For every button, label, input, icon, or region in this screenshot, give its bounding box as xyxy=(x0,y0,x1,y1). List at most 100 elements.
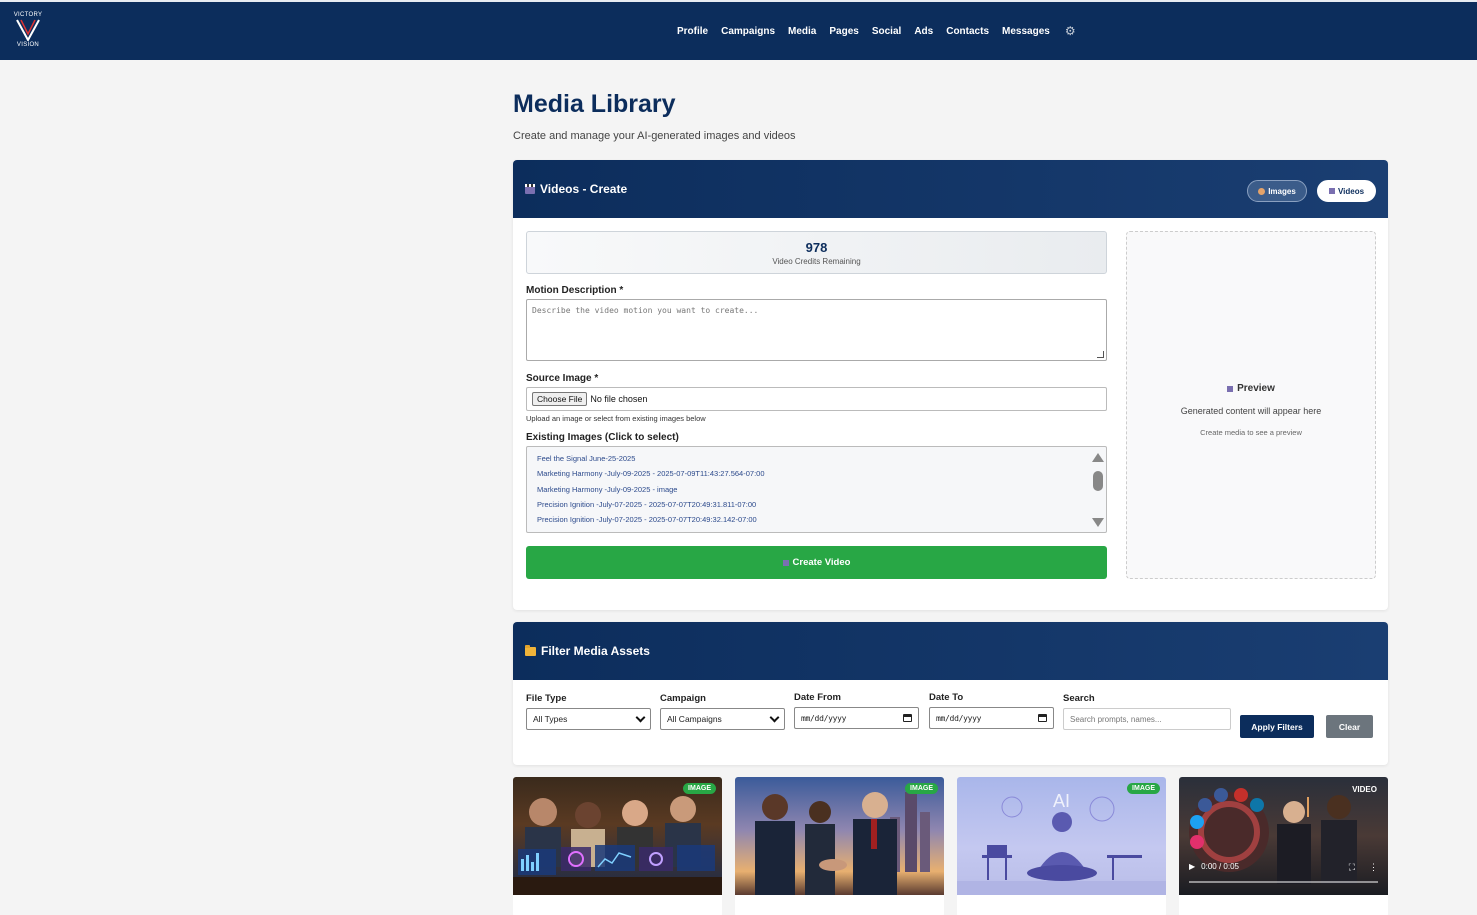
media-card[interactable]: AI IMAGE xyxy=(957,777,1166,915)
scroll-thumb[interactable] xyxy=(1093,471,1103,491)
media-type-badge: IMAGE xyxy=(683,783,716,794)
nav-ads[interactable]: Ads xyxy=(914,26,933,37)
play-icon[interactable]: ▶ xyxy=(1189,862,1195,871)
nav-campaigns[interactable]: Campaigns xyxy=(721,26,775,37)
media-thumbnail[interactable]: AI IMAGE xyxy=(957,777,1166,895)
media-type-badge: VIDEO xyxy=(1352,785,1377,794)
choose-file-button[interactable]: Choose File xyxy=(532,392,588,406)
source-image-file-input[interactable]: Choose File No file chosen xyxy=(526,387,1107,411)
brand-line2: VISION xyxy=(16,42,40,48)
chevron-down-icon xyxy=(635,712,646,723)
filter-media-card: Filter Media Assets File Type All Types … xyxy=(513,622,1388,765)
brand-logo[interactable]: VICTORY VISION xyxy=(10,12,46,52)
media-card[interactable]: IMAGE xyxy=(735,777,944,915)
file-type-label: File Type xyxy=(526,693,567,704)
clapperboard-icon xyxy=(1328,188,1335,194)
video-create-card: Videos - Create Images Videos 978 Video … xyxy=(513,160,1388,610)
list-item[interactable]: Precision Ignition -July-07-2025 - 2025-… xyxy=(537,500,1106,515)
media-type-badge: IMAGE xyxy=(905,783,938,794)
create-video-button[interactable]: Create Video xyxy=(526,546,1107,579)
existing-images-label: Existing Images (Click to select) xyxy=(526,432,679,443)
file-type-group: File Type All Types xyxy=(526,693,651,730)
nav-messages[interactable]: Messages xyxy=(1002,26,1050,37)
calendar-icon[interactable] xyxy=(903,714,912,722)
date-from-label: Date From xyxy=(794,692,841,703)
brand-line1: VICTORY xyxy=(13,12,43,18)
campaign-select[interactable]: All Campaigns xyxy=(660,708,785,730)
nav-media[interactable]: Media xyxy=(788,26,816,37)
video-controls: ▶ 0:00 / 0:05 xyxy=(1189,862,1239,871)
media-card[interactable]: IMAGE xyxy=(513,777,722,915)
media-video-player[interactable]: VIDEO ▶ 0:00 / 0:05 ⛶ ⋮ xyxy=(1179,777,1388,895)
toggle-videos-button[interactable]: Videos xyxy=(1317,180,1376,202)
fullscreen-icon[interactable]: ⛶ xyxy=(1349,862,1355,873)
media-type-badge: IMAGE xyxy=(1127,783,1160,794)
filter-title: Filter Media Assets xyxy=(525,644,650,658)
motion-description-input[interactable]: Describe the video motion you want to cr… xyxy=(526,299,1107,361)
resize-handle-icon[interactable] xyxy=(1097,351,1104,358)
media-card[interactable]: VIDEO ▶ 0:00 / 0:05 ⛶ ⋮ xyxy=(1179,777,1388,915)
scroll-down-icon[interactable] xyxy=(1092,518,1104,527)
top-navbar: VICTORY VISION Profile Campaigns Media P… xyxy=(0,0,1477,60)
list-scrollbar[interactable] xyxy=(1089,447,1106,532)
preview-text: Generated content will appear here xyxy=(1180,406,1322,416)
campaign-label: Campaign xyxy=(660,693,706,704)
video-control-icons: ⛶ ⋮ xyxy=(1349,862,1378,873)
nav-social[interactable]: Social xyxy=(872,26,901,37)
clear-filters-button[interactable]: Clear xyxy=(1326,715,1373,738)
svg-text:AI: AI xyxy=(1053,791,1070,811)
video-progress-bar[interactable] xyxy=(1189,881,1378,883)
video-create-header: Videos - Create Images Videos xyxy=(513,160,1388,218)
list-item[interactable]: Precision Ignition -July-07-2025 - 2025-… xyxy=(537,515,1106,530)
filter-header: Filter Media Assets xyxy=(513,622,1388,680)
media-thumbnail[interactable]: IMAGE xyxy=(513,777,722,895)
credits-label: Video Credits Remaining xyxy=(772,257,861,266)
toggle-images-button[interactable]: Images xyxy=(1247,180,1307,202)
handshake-image xyxy=(755,792,930,895)
existing-images-list[interactable]: Feel the Signal June-25-2025 Marketing H… xyxy=(526,446,1107,533)
more-options-icon[interactable]: ⋮ xyxy=(1369,862,1378,873)
preview-title: Preview xyxy=(1127,383,1375,394)
list-item[interactable]: Marketing Harmony -July-09-2025 - image xyxy=(537,485,1106,500)
file-type-select[interactable]: All Types xyxy=(526,708,651,730)
list-item[interactable]: Marketing Harmony -July-09-2025 - 2025-0… xyxy=(537,469,1106,484)
list-item[interactable]: Feel the Signal June-25-2025 xyxy=(537,454,1106,469)
search-input[interactable]: Search prompts, names... xyxy=(1063,708,1231,730)
search-group: Search Search prompts, names... xyxy=(1063,693,1231,730)
scroll-up-icon[interactable] xyxy=(1092,453,1104,462)
ai-meditation-image: AI xyxy=(957,791,1166,895)
media-thumbnail[interactable]: IMAGE xyxy=(735,777,944,895)
preview-subtext: Create media to see a preview xyxy=(1200,428,1302,437)
calendar-icon[interactable] xyxy=(1038,714,1047,722)
date-to-label: Date To xyxy=(929,692,964,703)
motion-description-label: Motion Description * xyxy=(526,285,624,296)
upload-hint: Upload an image or select from existing … xyxy=(526,414,706,423)
folder-icon xyxy=(525,644,536,656)
nav-contacts[interactable]: Contacts xyxy=(946,26,989,37)
page-subtitle: Create and manage your AI-generated imag… xyxy=(513,130,796,142)
palette-icon xyxy=(1258,187,1266,195)
source-image-label: Source Image * xyxy=(526,373,599,384)
page-title: Media Library xyxy=(513,90,676,118)
nav-pages[interactable]: Pages xyxy=(829,26,858,37)
file-status: No file chosen xyxy=(590,394,648,404)
v-logo-icon xyxy=(16,19,40,41)
video-create-title: Videos - Create xyxy=(525,182,627,196)
nav-profile[interactable]: Profile xyxy=(677,26,708,37)
clapperboard-icon xyxy=(782,559,789,566)
apply-filters-button[interactable]: Apply Filters xyxy=(1240,715,1314,738)
chevron-down-icon xyxy=(769,712,780,723)
main-nav: Profile Campaigns Media Pages Social Ads… xyxy=(677,24,1076,38)
credits-value: 978 xyxy=(805,240,828,255)
date-from-input[interactable]: mm/dd/yyyy xyxy=(794,707,919,729)
clapperboard-icon xyxy=(525,184,535,194)
gear-icon[interactable]: ⚙ xyxy=(1065,24,1076,38)
search-label: Search xyxy=(1063,693,1095,704)
date-to-group: Date To mm/dd/yyyy xyxy=(929,692,1054,729)
clapperboard-icon xyxy=(1227,385,1234,392)
preview-panel: Preview Generated content will appear he… xyxy=(1126,231,1376,579)
date-to-input[interactable]: mm/dd/yyyy xyxy=(929,707,1054,729)
date-from-group: Date From mm/dd/yyyy xyxy=(794,692,919,729)
campaign-group: Campaign All Campaigns xyxy=(660,693,785,730)
team-meeting-image xyxy=(513,796,722,895)
